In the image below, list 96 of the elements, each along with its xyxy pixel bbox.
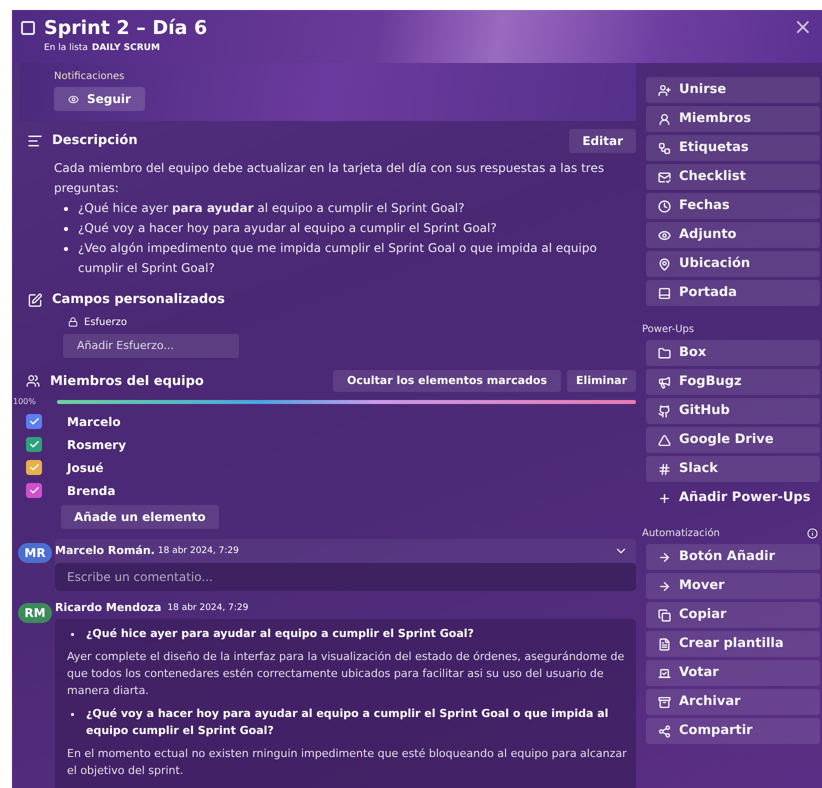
checklist-item: Josué xyxy=(67,460,104,477)
ballot-icon xyxy=(658,666,671,680)
delete-button[interactable]: Eliminar xyxy=(567,370,636,392)
section-title: Miembros del equipo xyxy=(50,372,205,390)
eye-icon xyxy=(658,228,671,242)
pin-icon xyxy=(658,258,671,270)
sidebar-button[interactable]: Botón Añadir xyxy=(646,544,820,570)
description-bullet: ¿Qué hice ayer para ayudar al equipo a cumplir el Sprint Goal? xyxy=(78,200,465,217)
archive-icon xyxy=(658,696,671,708)
comment-time: 18 abr 2024, 7:29 xyxy=(158,544,240,558)
sidebar-button[interactable]: Ubicación xyxy=(646,251,820,277)
check-icon xyxy=(28,485,40,496)
comment-text: Ayer complete el diseño de la interfaz para la visualización del estado de órdenes, asegurándome de que todos los contenedares estén correctamente ubicados para facilitar asi su uso del usuario de manera diarta. xyxy=(67,649,626,700)
bullet-icon xyxy=(64,247,68,251)
mail-icon xyxy=(658,170,671,184)
description-bullet: ¿Qué voy a hacer hoy para ayudar al equipo a cumplir el Sprint Goal? xyxy=(78,220,497,237)
description-bullet: ¿Veo algón impedimento que me impida cumplir el Sprint Goal o que impida al equipo cumplir el Sprint Goal? xyxy=(78,240,598,277)
cat-icon xyxy=(658,404,671,418)
sidebar-button[interactable]: Añadir Power-Ups xyxy=(646,485,820,511)
arrow-icon xyxy=(658,580,671,592)
info-icon xyxy=(807,528,818,539)
checkbox[interactable] xyxy=(26,483,42,498)
panel-icon xyxy=(658,286,671,300)
comment-field[interactable]: Escribe un comentatio... xyxy=(55,563,636,592)
comment-author: Marcelo Román. xyxy=(55,543,155,559)
bullet-icon xyxy=(64,227,68,231)
sidebar-button[interactable]: Miembros xyxy=(646,106,820,132)
checkbox[interactable] xyxy=(26,460,42,476)
add-field-button[interactable]: Añadir Esfuerzo... xyxy=(63,334,239,358)
notifications-label: Notificaciones xyxy=(54,70,126,84)
automation-title: Automatización xyxy=(642,527,720,541)
check-icon xyxy=(28,462,40,474)
hide-checked-button[interactable]: Ocultar los elementos marcados xyxy=(333,370,562,392)
sidebar-button[interactable]: Fechas xyxy=(646,193,820,219)
checkbox[interactable] xyxy=(26,437,42,452)
sidebar-button[interactable]: Archivar xyxy=(646,689,820,715)
sidebar-button[interactable]: Checklist xyxy=(646,164,820,190)
add-item-button[interactable]: Añade un elemento xyxy=(61,505,219,530)
comment-author: Ricardo Mendoza xyxy=(55,600,162,616)
person-icon xyxy=(658,112,671,126)
lock-icon xyxy=(68,317,78,327)
sidebar-button[interactable]: Crear plantilla xyxy=(646,631,820,657)
sidebar-button[interactable]: Mover xyxy=(646,573,820,599)
check-icon xyxy=(28,439,40,450)
sidebar-button[interactable]: Adjunto xyxy=(646,222,820,248)
checkbox[interactable] xyxy=(26,414,42,430)
list-prefix: En la lista xyxy=(44,42,88,55)
sidebar-button[interactable]: GitHub xyxy=(646,398,820,424)
bullet-icon xyxy=(71,633,74,636)
comment-time: 18 abr 2024, 7:29 xyxy=(167,602,248,614)
sidebar-button[interactable]: Box xyxy=(646,340,820,366)
bullet-icon xyxy=(71,713,74,716)
bullet-icon xyxy=(64,207,68,211)
list-name: DAILY SCRUM xyxy=(92,42,160,55)
person-icon xyxy=(658,84,671,96)
check-icon xyxy=(28,416,40,428)
card-title: Sprint 2 – Día 6 xyxy=(44,16,208,41)
plus-icon xyxy=(658,492,671,504)
checklist-item: Marcelo xyxy=(67,414,121,431)
eye-icon xyxy=(68,94,79,104)
sidebar-button[interactable]: Portada xyxy=(646,280,820,306)
edit-button[interactable]: Editar xyxy=(569,129,636,153)
close-button[interactable]: × xyxy=(794,17,812,39)
comment-text: En el momento ectual no existen rninguin impedimente que esté bloqueando al equipo para alcanzar el objetivo del sprint. xyxy=(67,746,628,780)
field-label: Esfuerzo xyxy=(84,316,128,330)
megaphone-icon xyxy=(658,376,671,388)
comment-question: ¿Qué hice ayer para ayudar al equipo a cumplir el Sprint Goal? xyxy=(86,626,474,642)
triangle-icon xyxy=(658,434,671,446)
checklist-item: Rosmery xyxy=(67,436,126,454)
hash-icon xyxy=(658,462,671,476)
share-icon xyxy=(658,724,671,738)
avatar: MR xyxy=(18,543,52,564)
sidebar-button[interactable]: Google Drive xyxy=(646,427,820,453)
section-title: Campos personalizados xyxy=(52,291,225,310)
folder-icon xyxy=(658,346,671,360)
network-icon xyxy=(658,142,671,154)
clock-icon xyxy=(658,200,671,212)
checklist-item: Brenda xyxy=(67,482,116,500)
progress-percent: 100% xyxy=(12,396,37,408)
sidebar-button[interactable]: FogBugz xyxy=(646,369,820,395)
section-title: Descripción xyxy=(52,132,139,150)
avatar: RM xyxy=(18,603,52,624)
comment-question: ¿Qué voy a hacer hoy para ayudar al equipo a cumplir el Sprint Goal o que impida al equipo cumplir el Sprint Goal? xyxy=(86,706,610,740)
document-icon xyxy=(658,638,671,650)
sidebar-button[interactable]: Unirse xyxy=(646,77,820,103)
sidebar-button[interactable]: Compartir xyxy=(646,718,820,744)
powerups-title: Power-Ups xyxy=(642,323,696,337)
sidebar-button[interactable]: Copiar xyxy=(646,602,820,628)
sidebar-button[interactable]: Slack xyxy=(646,456,820,482)
card-icon xyxy=(20,20,36,36)
arrow-icon xyxy=(658,550,671,564)
copy-icon xyxy=(658,608,671,622)
follow-button[interactable]: Seguir xyxy=(54,87,145,111)
sidebar-button[interactable]: Etiquetas xyxy=(646,135,820,161)
description-text: Cada miembro del equipo debe actualizar en la tarjeta del día con sus respuestas a las tres preguntas: xyxy=(54,160,606,197)
sidebar-button[interactable]: Votar xyxy=(646,660,820,686)
